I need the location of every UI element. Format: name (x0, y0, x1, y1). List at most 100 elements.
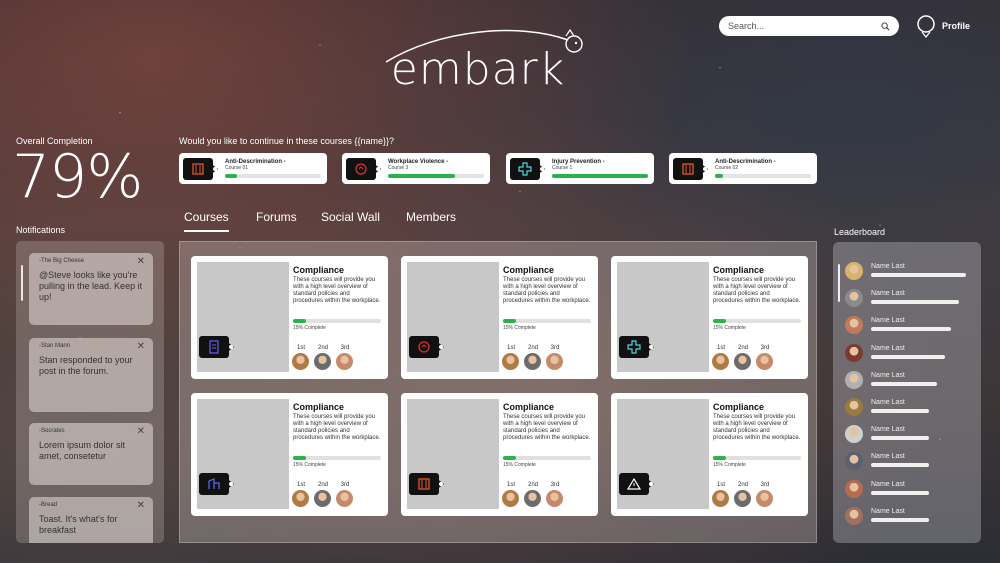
notification-card[interactable]: -Socrates Lorem ipsum dolor sit amet, co… (29, 423, 153, 485)
avatar[interactable] (336, 353, 353, 370)
leaderboard-score-bar (871, 409, 929, 413)
leaderboard-row[interactable]: Name Last (845, 479, 975, 500)
course-title: Compliance (503, 265, 555, 275)
notifications-scrollbar[interactable] (21, 265, 23, 301)
search-input[interactable] (728, 21, 878, 31)
course-badge-icon (510, 157, 548, 181)
leaderboard-row[interactable]: Name Last (845, 262, 975, 282)
avatar[interactable] (292, 353, 309, 370)
avatar[interactable] (845, 398, 863, 416)
avatar[interactable] (845, 506, 863, 525)
tab-courses[interactable]: Courses (184, 210, 229, 232)
leaderboard-row[interactable]: Name Last (845, 343, 975, 364)
leaderboard-row[interactable]: Name Last (845, 425, 975, 445)
avatar[interactable] (845, 343, 863, 362)
course-card[interactable]: Compliance These courses will provide yo… (191, 393, 388, 516)
notification-text: Toast. It's what's for breakfast (39, 514, 118, 535)
notifications-panel[interactable]: -The Big Cheese @Steve looks like you're… (16, 241, 164, 543)
avatar[interactable] (502, 490, 519, 507)
search-bar[interactable] (719, 16, 899, 36)
notification-card[interactable]: -Stan Mann Stan responded to your post i… (29, 338, 153, 412)
leaderboard-score-bar (871, 381, 937, 386)
avatar[interactable] (502, 353, 519, 370)
close-icon[interactable]: ✕ (137, 341, 145, 352)
avatar[interactable] (712, 353, 729, 370)
continue-course-card[interactable]: Injury Prevention - Course 1 (506, 153, 654, 184)
progress-fill (293, 456, 307, 460)
avatar[interactable] (314, 353, 331, 370)
continue-course-card[interactable]: Anti-Descrimination - Course 02 (669, 153, 817, 184)
course-card[interactable]: Compliance These courses will provide yo… (611, 393, 808, 516)
progress-fill (715, 174, 723, 178)
leaderboard-row[interactable]: Name Last (845, 398, 975, 418)
leaderboard-name: Name Last (871, 371, 905, 379)
avatar[interactable] (734, 353, 751, 370)
avatar[interactable] (336, 490, 353, 507)
course-badge-icon (199, 473, 234, 496)
leaderboard-score-bar (871, 436, 929, 441)
leaderboard-panel[interactable]: Name Last Name Last Name Last Name Last … (833, 242, 981, 543)
leaderboard-row[interactable]: Name Last (845, 506, 975, 527)
rank-label: 2nd (737, 345, 748, 351)
profile-avatar-icon[interactable] (916, 14, 936, 38)
building-icon (207, 477, 221, 496)
continue-course-card[interactable]: Workplace Violence - Course 3 (342, 153, 490, 184)
medical-cross-icon (518, 161, 532, 181)
avatar[interactable] (292, 490, 309, 507)
avatar[interactable] (845, 262, 863, 280)
leaderboard-row[interactable]: Name Last (845, 452, 975, 472)
tab-forums[interactable]: Forums (256, 210, 297, 224)
search-icon[interactable] (881, 21, 890, 31)
leaderboard-score-bar (871, 463, 929, 468)
continue-course-card[interactable]: Anti-Descrimination - Course 01 (179, 153, 327, 184)
leaderboard-score-bar (871, 517, 929, 522)
rank-label: 1st (296, 482, 305, 488)
course-card[interactable]: Compliance These courses will provide yo… (191, 256, 388, 379)
notification-card[interactable]: -The Big Cheese @Steve looks like you're… (29, 253, 153, 325)
avatar[interactable] (546, 353, 563, 370)
notification-author: -Stan Mann (39, 343, 71, 349)
leaderboard-scrollbar[interactable] (838, 264, 840, 302)
avatar[interactable] (524, 353, 541, 370)
close-icon[interactable]: ✕ (137, 500, 145, 511)
continue-course-progress-bar (715, 174, 811, 178)
progress-fill (713, 456, 727, 460)
course-badge-icon (673, 157, 711, 180)
alarm-icon (354, 162, 368, 181)
avatar[interactable] (314, 490, 331, 507)
overall-completion-value: 79% (12, 142, 143, 212)
notification-text: Stan responded to your post in the forum… (39, 355, 133, 376)
leaderboard-row[interactable]: Name Last (845, 316, 975, 336)
tab-members[interactable]: Members (406, 210, 456, 224)
course-progress-bar (503, 456, 591, 460)
avatar[interactable] (845, 425, 863, 444)
close-icon[interactable]: ✕ (137, 426, 145, 437)
course-card[interactable]: Compliance These courses will provide yo… (401, 393, 598, 516)
close-icon[interactable]: ✕ (137, 256, 145, 267)
avatar[interactable] (845, 370, 863, 389)
avatar[interactable] (845, 316, 863, 335)
avatar[interactable] (845, 452, 863, 471)
avatar[interactable] (756, 353, 773, 370)
avatar[interactable] (524, 490, 541, 507)
avatar[interactable] (756, 490, 773, 507)
avatar[interactable] (712, 490, 729, 507)
avatar[interactable] (546, 490, 563, 507)
alarm-icon (417, 340, 431, 359)
profile-button[interactable]: Profile (916, 14, 970, 38)
avatar[interactable] (734, 490, 751, 507)
course-card[interactable]: Compliance These courses will provide yo… (401, 256, 598, 379)
leaderboard-row[interactable]: Name Last (845, 370, 975, 391)
leaderboard-row[interactable]: Name Last (845, 289, 975, 309)
tab-social-wall[interactable]: Social Wall (321, 210, 380, 224)
profile-label[interactable]: Profile (942, 21, 970, 31)
course-card[interactable]: Compliance These courses will provide yo… (611, 256, 808, 379)
notification-card[interactable]: -Bread Toast. It's what's for breakfast … (29, 497, 153, 543)
notification-text: Lorem ipsum dolor sit amet, consetetur (39, 440, 126, 461)
avatar[interactable] (845, 479, 863, 498)
avatar[interactable] (845, 289, 863, 308)
leaderboard-name: Name Last (871, 426, 905, 434)
embark-logo[interactable]: embark (378, 22, 590, 95)
course-badge-icon (409, 336, 444, 359)
shield-icon (417, 477, 431, 496)
